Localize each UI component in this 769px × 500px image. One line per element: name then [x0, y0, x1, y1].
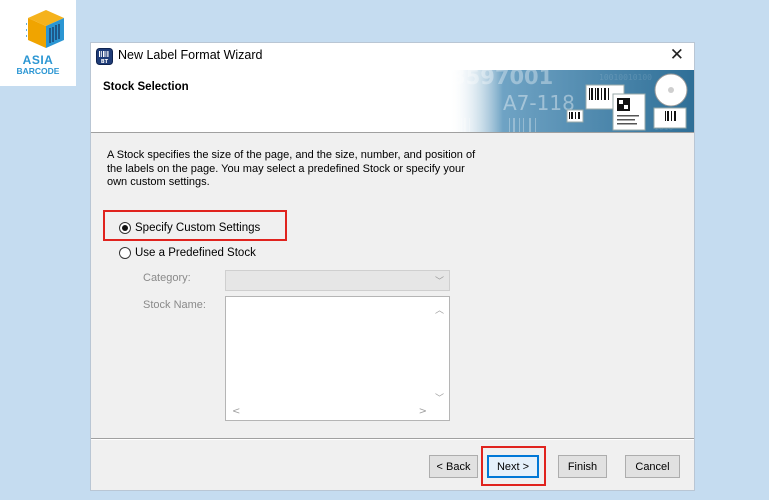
use-predefined-stock-label[interactable]: Use a Predefined Stock [135, 247, 256, 259]
step-title: Stock Selection [103, 81, 189, 93]
category-label: Category: [143, 272, 191, 284]
logo-text-barcode: BARCODE [16, 66, 60, 76]
category-dropdown[interactable]: ﹀ [225, 270, 450, 291]
svg-text:BT: BT [101, 59, 109, 65]
header-banner-image: 10010010100010101010 3597001 A7-118 [449, 70, 694, 132]
wizard-header: Stock Selection 10010010100010101010 359… [91, 70, 694, 132]
banner-number-text: 3597001 [451, 70, 553, 89]
chevron-right-icon[interactable]: > [419, 406, 427, 417]
specify-custom-settings-radio[interactable]: Specify Custom Settings [119, 222, 260, 234]
wizard-window: BT New Label Format Wizard ✕ Stock Selec… [91, 43, 694, 490]
chevron-left-icon[interactable]: < [232, 406, 240, 417]
use-predefined-stock-radio[interactable]: Use a Predefined Stock [119, 247, 256, 259]
logo-box-icon [26, 10, 64, 48]
logo-text-asia: ASIA [22, 53, 54, 67]
specify-custom-settings-label[interactable]: Specify Custom Settings [135, 222, 260, 234]
window-title: New Label Format Wizard [118, 48, 263, 62]
header-divider [91, 132, 694, 133]
stock-name-label: Stock Name: [143, 299, 206, 311]
cancel-button[interactable]: Cancel [625, 455, 680, 478]
next-button[interactable]: Next > [487, 455, 539, 478]
back-button[interactable]: < Back [429, 455, 478, 478]
banner-code-text: A7-118 [503, 91, 575, 115]
finish-button[interactable]: Finish [558, 455, 607, 478]
radio-checked-icon[interactable] [119, 222, 131, 234]
svg-text:10010010100: 10010010100 [599, 73, 652, 82]
radio-unchecked-icon[interactable] [119, 247, 131, 259]
title-bar: BT New Label Format Wizard ✕ [91, 43, 694, 70]
asia-barcode-logo: ASIA BARCODE [0, 0, 76, 86]
chevron-down-icon[interactable]: ﹀ [435, 391, 444, 404]
app-icon: BT [96, 48, 113, 65]
stock-name-list[interactable]: ︿ ﹀ < > [225, 296, 450, 421]
footer-divider-highlight [91, 439, 694, 440]
close-icon[interactable]: ✕ [670, 45, 684, 65]
chevron-down-icon[interactable]: ﹀ [435, 274, 444, 287]
stock-description: A Stock specifies the size of the page, … [107, 149, 476, 188]
chevron-up-icon[interactable]: ︿ [435, 303, 444, 316]
